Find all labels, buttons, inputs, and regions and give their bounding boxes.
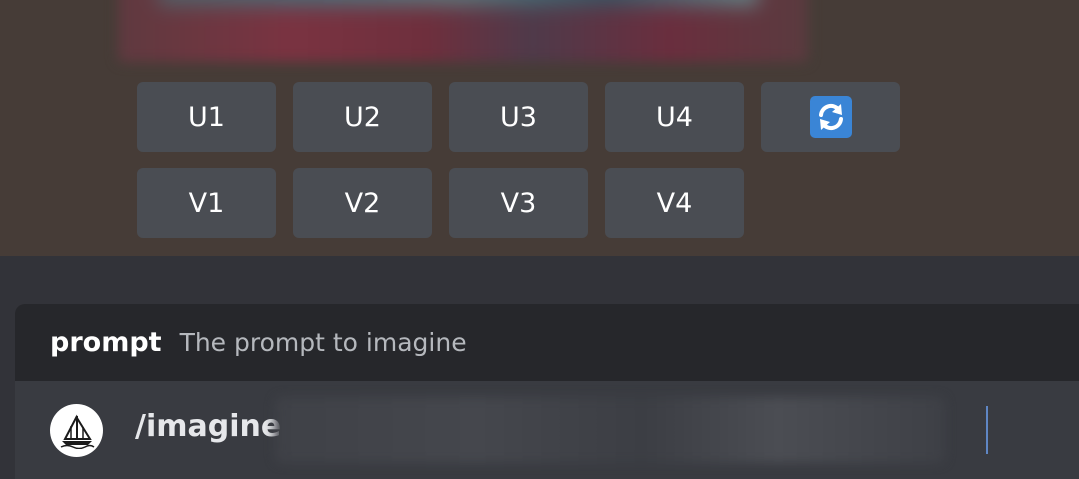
variation-button-4[interactable]: V4 bbox=[605, 168, 744, 238]
command-option-hint: prompt The prompt to imagine bbox=[15, 304, 1079, 381]
option-description: The prompt to imagine bbox=[179, 328, 467, 357]
upscale-button-2[interactable]: U2 bbox=[293, 82, 432, 152]
variation-button-3[interactable]: V3 bbox=[449, 168, 588, 238]
sailboat-icon bbox=[60, 413, 94, 449]
slash-command: /imagine bbox=[135, 409, 282, 444]
upscale-button-1[interactable]: U1 bbox=[137, 82, 276, 152]
message-area: U1 U2 U3 U4 V1 V2 V3 V4 bbox=[0, 0, 1079, 256]
refresh-icon bbox=[809, 96, 852, 138]
upscale-button-3[interactable]: U3 bbox=[449, 82, 588, 152]
prompt-text-blurred[interactable] bbox=[275, 397, 945, 463]
variation-button-1[interactable]: V1 bbox=[137, 168, 276, 238]
option-name: prompt bbox=[50, 327, 162, 358]
text-caret bbox=[986, 406, 988, 454]
upscale-button-4[interactable]: U4 bbox=[605, 82, 744, 152]
variation-button-2[interactable]: V2 bbox=[293, 168, 432, 238]
generated-image[interactable] bbox=[118, 0, 808, 62]
reroll-button[interactable] bbox=[761, 82, 900, 152]
bot-avatar[interactable] bbox=[50, 404, 103, 457]
message-input[interactable]: /imagine bbox=[15, 381, 1079, 479]
